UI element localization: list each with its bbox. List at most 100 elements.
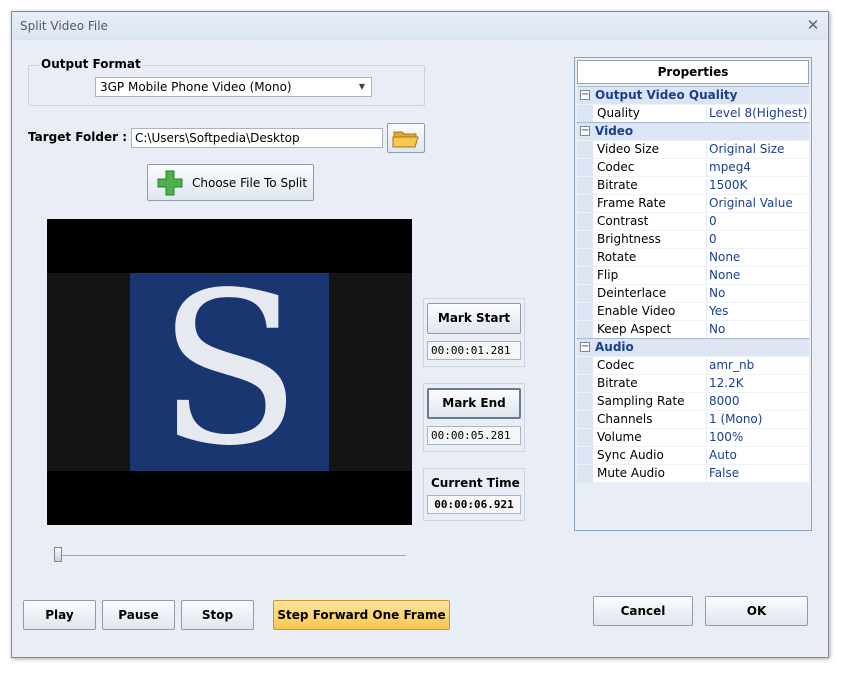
property-value: 100% — [709, 430, 744, 444]
title-bar: Split Video File ✕ — [12, 12, 828, 40]
property-value: Auto — [709, 448, 737, 462]
window-title: Split Video File — [20, 19, 108, 33]
collapse-icon[interactable]: − — [580, 90, 590, 100]
chevron-down-icon: ▼ — [358, 82, 365, 91]
property-name: Video Size — [597, 142, 707, 158]
mark-end-button[interactable]: Mark End — [427, 388, 521, 419]
row-gutter — [577, 159, 593, 177]
category-audio[interactable]: − Audio — [577, 338, 809, 356]
target-folder-input[interactable]: C:\Users\Softpedia\Desktop — [131, 128, 383, 148]
property-value: 12.2K — [709, 376, 744, 390]
property-row-deinterlace[interactable]: Deinterlace No — [577, 284, 809, 303]
property-value: Yes — [709, 304, 729, 318]
property-name: Keep Aspect — [597, 322, 707, 338]
property-value: False — [709, 466, 740, 480]
current-time-value: 00:00:06.921 — [427, 495, 521, 514]
output-format-select[interactable]: 3GP Mobile Phone Video (Mono) ▼ — [95, 77, 372, 97]
target-folder-label: Target Folder : — [28, 130, 127, 144]
property-value: 1 (Mono) — [709, 412, 763, 426]
seek-slider-thumb[interactable] — [54, 547, 62, 562]
step-forward-button[interactable]: Step Forward One Frame — [273, 600, 450, 630]
property-row-quality[interactable]: Quality Level 8(Highest) — [577, 104, 809, 123]
property-row-audio-bitrate[interactable]: Bitrate 12.2K — [577, 374, 809, 393]
properties-title: Properties — [577, 60, 809, 84]
property-row-contrast[interactable]: Contrast 0 — [577, 212, 809, 231]
property-row-sync-audio[interactable]: Sync Audio Auto — [577, 446, 809, 465]
cancel-button[interactable]: Cancel — [593, 596, 693, 626]
property-name: Volume — [597, 430, 707, 446]
property-value: 0 — [709, 232, 717, 246]
seek-slider-track[interactable] — [56, 555, 406, 556]
property-row-volume[interactable]: Volume 100% — [577, 428, 809, 447]
property-name: Flip — [597, 268, 707, 284]
row-gutter — [577, 429, 593, 447]
property-row-enable-video[interactable]: Enable Video Yes — [577, 302, 809, 321]
property-value: Level 8(Highest) — [709, 106, 808, 120]
stop-button[interactable]: Stop — [181, 600, 254, 630]
collapse-icon[interactable]: − — [580, 126, 590, 136]
folder-open-icon — [392, 131, 419, 148]
current-time-label: Current Time — [431, 476, 520, 490]
category-output-video-quality[interactable]: − Output Video Quality — [577, 86, 809, 104]
collapse-icon[interactable]: − — [580, 342, 590, 352]
property-name: Bitrate — [597, 376, 707, 392]
preview-logo: S — [157, 247, 302, 492]
play-button[interactable]: Play — [23, 600, 96, 630]
property-value: 8000 — [709, 394, 740, 408]
property-row-frame-rate[interactable]: Frame Rate Original Value — [577, 194, 809, 213]
property-name: Channels — [597, 412, 707, 428]
property-name: Enable Video — [597, 304, 707, 320]
property-name: Brightness — [597, 232, 707, 248]
property-name: Mute Audio — [597, 466, 707, 482]
property-row-flip[interactable]: Flip None — [577, 266, 809, 285]
properties-grid: − Output Video Quality Quality Level 8(Hi… — [577, 86, 809, 483]
property-row-brightness[interactable]: Brightness 0 — [577, 230, 809, 249]
property-name: Deinterlace — [597, 286, 707, 302]
property-name: Bitrate — [597, 178, 707, 194]
choose-file-label: Choose File To Split — [192, 176, 308, 190]
property-name: Sampling Rate — [597, 394, 707, 410]
ok-button[interactable]: OK — [705, 596, 808, 626]
property-row-bitrate[interactable]: Bitrate 1500K — [577, 176, 809, 195]
property-value: 0 — [709, 214, 717, 228]
property-row-rotate[interactable]: Rotate None — [577, 248, 809, 267]
property-row-mute-audio[interactable]: Mute Audio False — [577, 464, 809, 483]
mark-start-time: 00:00:01.281 — [427, 341, 521, 360]
row-gutter — [577, 249, 593, 267]
row-gutter — [577, 375, 593, 393]
mark-start-button[interactable]: Mark Start — [427, 303, 521, 334]
category-video[interactable]: − Video — [577, 122, 809, 140]
property-row-audio-codec[interactable]: Codec amr_nb — [577, 356, 809, 375]
property-name: Contrast — [597, 214, 707, 230]
row-gutter — [577, 231, 593, 249]
row-gutter — [577, 411, 593, 429]
property-value: mpeg4 — [709, 160, 751, 174]
row-gutter — [577, 141, 593, 159]
property-name: Frame Rate — [597, 196, 707, 212]
category-title: Audio — [595, 340, 634, 354]
properties-panel: Properties − Output Video Quality Qualit… — [574, 57, 812, 531]
property-name: Codec — [597, 358, 707, 374]
property-row-channels[interactable]: Channels 1 (Mono) — [577, 410, 809, 429]
category-title: Video — [595, 124, 634, 138]
video-frame: S — [130, 255, 329, 485]
row-gutter — [577, 465, 593, 483]
row-gutter — [577, 285, 593, 303]
browse-folder-button[interactable] — [387, 123, 425, 153]
property-value: amr_nb — [709, 358, 755, 372]
pause-button[interactable]: Pause — [102, 600, 175, 630]
row-gutter — [577, 213, 593, 231]
property-row-keep-aspect[interactable]: Keep Aspect No — [577, 320, 809, 339]
mark-end-time: 00:00:05.281 — [427, 426, 521, 445]
property-value: No — [709, 322, 726, 336]
close-icon[interactable]: ✕ — [804, 16, 822, 34]
video-preview: S — [47, 219, 412, 525]
property-name: Codec — [597, 160, 707, 176]
category-title: Output Video Quality — [595, 88, 738, 102]
choose-file-button[interactable]: Choose File To Split — [147, 164, 314, 201]
row-gutter — [577, 321, 593, 339]
property-row-video-size[interactable]: Video Size Original Size — [577, 140, 809, 159]
property-row-codec[interactable]: Codec mpeg4 — [577, 158, 809, 177]
property-row-sampling-rate[interactable]: Sampling Rate 8000 — [577, 392, 809, 411]
row-gutter — [577, 447, 593, 465]
